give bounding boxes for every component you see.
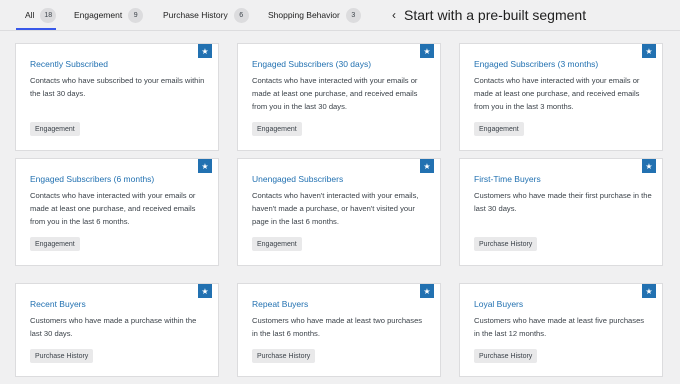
segment-card-recent-buyers[interactable]: ★ Recent Buyers Customers who have made …: [15, 283, 219, 377]
segment-title: Repeat Buyers: [252, 299, 309, 309]
segment-category-tag: Engagement: [252, 237, 302, 251]
segment-description: Customers who have made their first purc…: [474, 191, 652, 213]
segment-category-tag: Purchase History: [474, 349, 538, 363]
segment-card-recently-subscribed[interactable]: ★ Recently Subscribed Contacts who have …: [15, 43, 219, 151]
star-icon[interactable]: ★: [198, 159, 212, 173]
tab-shopping-behavior[interactable]: Shopping Behavior 3: [268, 0, 361, 30]
star-icon[interactable]: ★: [642, 44, 656, 58]
tab-engagement[interactable]: Engagement 9: [74, 0, 144, 30]
segment-card-repeat-buyers[interactable]: ★ Repeat Buyers Customers who have made …: [237, 283, 441, 377]
star-icon[interactable]: ★: [198, 44, 212, 58]
tab-all[interactable]: All 18: [16, 0, 56, 30]
segment-title: First-Time Buyers: [474, 174, 541, 184]
star-icon[interactable]: ★: [420, 284, 434, 298]
segment-description: Customers who have made at least two pur…: [252, 316, 423, 338]
star-icon[interactable]: ★: [420, 44, 434, 58]
tab-divider: [0, 30, 680, 31]
segment-description: Contacts who haven't interacted with you…: [252, 191, 419, 226]
segment-category-tag: Engagement: [30, 122, 80, 136]
segment-card-unengaged[interactable]: ★ Unengaged Subscribers Contacts who hav…: [237, 158, 441, 266]
tab-label: Purchase History: [163, 10, 228, 20]
segment-title: Engaged Subscribers (6 months): [30, 174, 155, 184]
back-to-segments-button[interactable]: ‹ Start with a pre-built segment: [392, 6, 586, 24]
star-icon[interactable]: ★: [420, 159, 434, 173]
page-title: Start with a pre-built segment: [404, 7, 587, 23]
tab-label: Engagement: [74, 10, 123, 20]
tab-purchase-history[interactable]: Purchase History 6: [163, 0, 249, 30]
segment-card-first-time-buyers[interactable]: ★ First-Time Buyers Customers who have m…: [459, 158, 663, 266]
segment-title: Recently Subscribed: [30, 59, 108, 69]
segment-description: Contacts who have interacted with your e…: [474, 76, 640, 111]
segment-description: Contacts who have subscribed to your ema…: [30, 76, 205, 98]
star-icon[interactable]: ★: [198, 284, 212, 298]
tab-count-badge: 6: [233, 7, 249, 23]
chevron-left-icon: ‹: [392, 8, 396, 22]
segment-category-tag: Engagement: [252, 122, 302, 136]
star-icon[interactable]: ★: [642, 284, 656, 298]
segment-category-tag: Purchase History: [252, 349, 316, 363]
tab-count-badge: 9: [128, 7, 144, 23]
tab-label: Shopping Behavior: [268, 10, 340, 20]
segment-card-engaged-6-months[interactable]: ★ Engaged Subscribers (6 months) Contact…: [15, 158, 219, 266]
tab-count-badge: 3: [345, 7, 361, 23]
segment-title: Engaged Subscribers (3 months): [474, 59, 599, 69]
segment-category-tag: Engagement: [474, 122, 524, 136]
segment-category-tag: Engagement: [30, 237, 80, 251]
tab-bar: All 18 Engagement 9 Purchase History 6 S…: [0, 0, 680, 30]
segment-card-engaged-30-days[interactable]: ★ Engaged Subscribers (30 days) Contacts…: [237, 43, 441, 151]
tab-count-badge: 18: [40, 7, 56, 23]
segment-title: Loyal Buyers: [474, 299, 524, 309]
segment-description: Customers who have made a purchase withi…: [30, 316, 197, 338]
segment-category-tag: Purchase History: [30, 349, 94, 363]
segment-description: Contacts who have interacted with your e…: [252, 76, 418, 111]
segment-description: Customers who have made at least five pu…: [474, 316, 645, 338]
segment-category-tag: Purchase History: [474, 237, 538, 251]
segment-description: Contacts who have interacted with your e…: [30, 191, 196, 226]
segment-title: Engaged Subscribers (30 days): [252, 59, 372, 69]
tab-label: All: [25, 10, 35, 20]
segment-title: Unengaged Subscribers: [252, 174, 344, 184]
star-icon[interactable]: ★: [642, 159, 656, 173]
segment-title: Recent Buyers: [30, 299, 86, 309]
segment-card-engaged-3-months[interactable]: ★ Engaged Subscribers (3 months) Contact…: [459, 43, 663, 151]
segment-card-loyal-buyers[interactable]: ★ Loyal Buyers Customers who have made a…: [459, 283, 663, 377]
